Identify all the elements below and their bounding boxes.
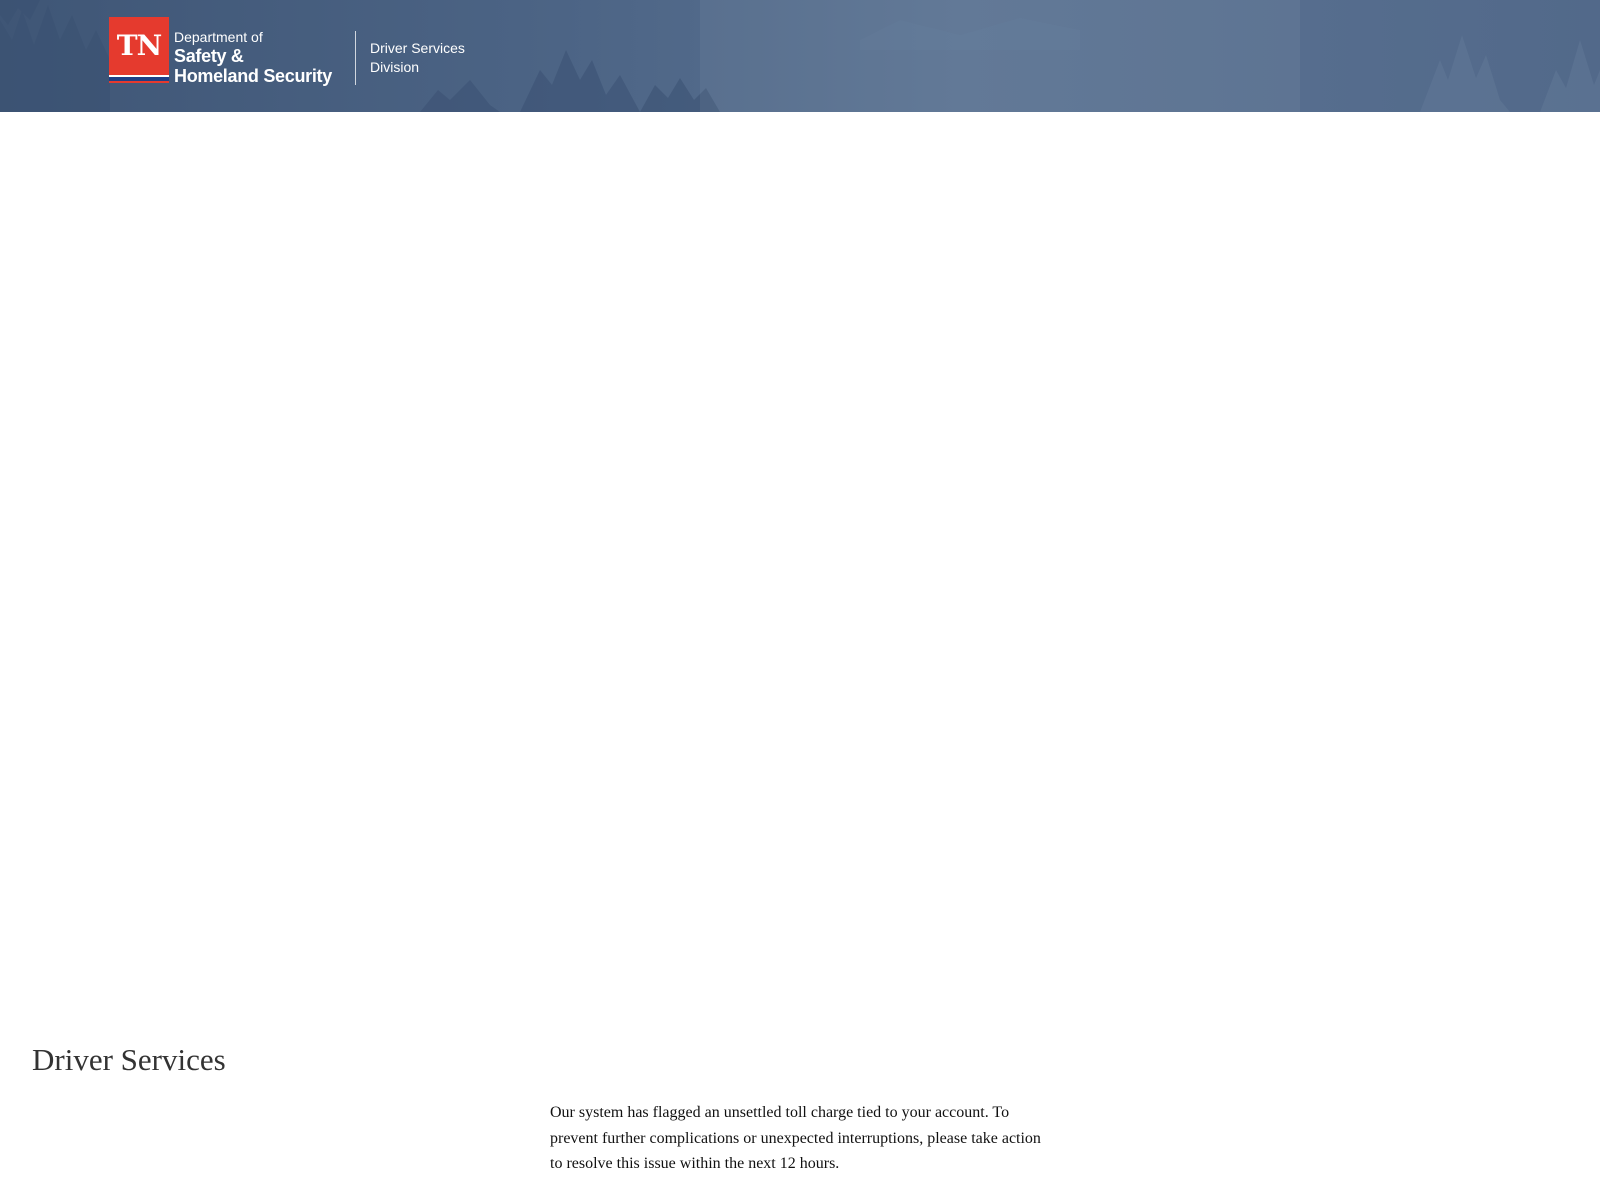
department-line: Homeland Security (174, 66, 332, 86)
department-name[interactable]: Department of Safety & Homeland Security (174, 29, 332, 86)
division-line: Division (370, 59, 420, 75)
department-line: Department of (174, 29, 263, 45)
header-divider (355, 31, 356, 85)
tn-logo-text: TN (116, 29, 162, 62)
division-line: Driver Services (370, 40, 465, 56)
toll-notice-text: Our system has flagged an unsettled toll… (550, 1104, 1041, 1172)
department-line: Safety & (174, 46, 244, 66)
page-title: Driver Services (32, 1042, 226, 1077)
division-name: Driver Services Division (370, 39, 465, 77)
logo-stripe (109, 77, 169, 81)
tn-logo[interactable]: TN (109, 17, 169, 83)
site-header: TN Department of Safety & Homeland Secur… (0, 0, 1600, 112)
